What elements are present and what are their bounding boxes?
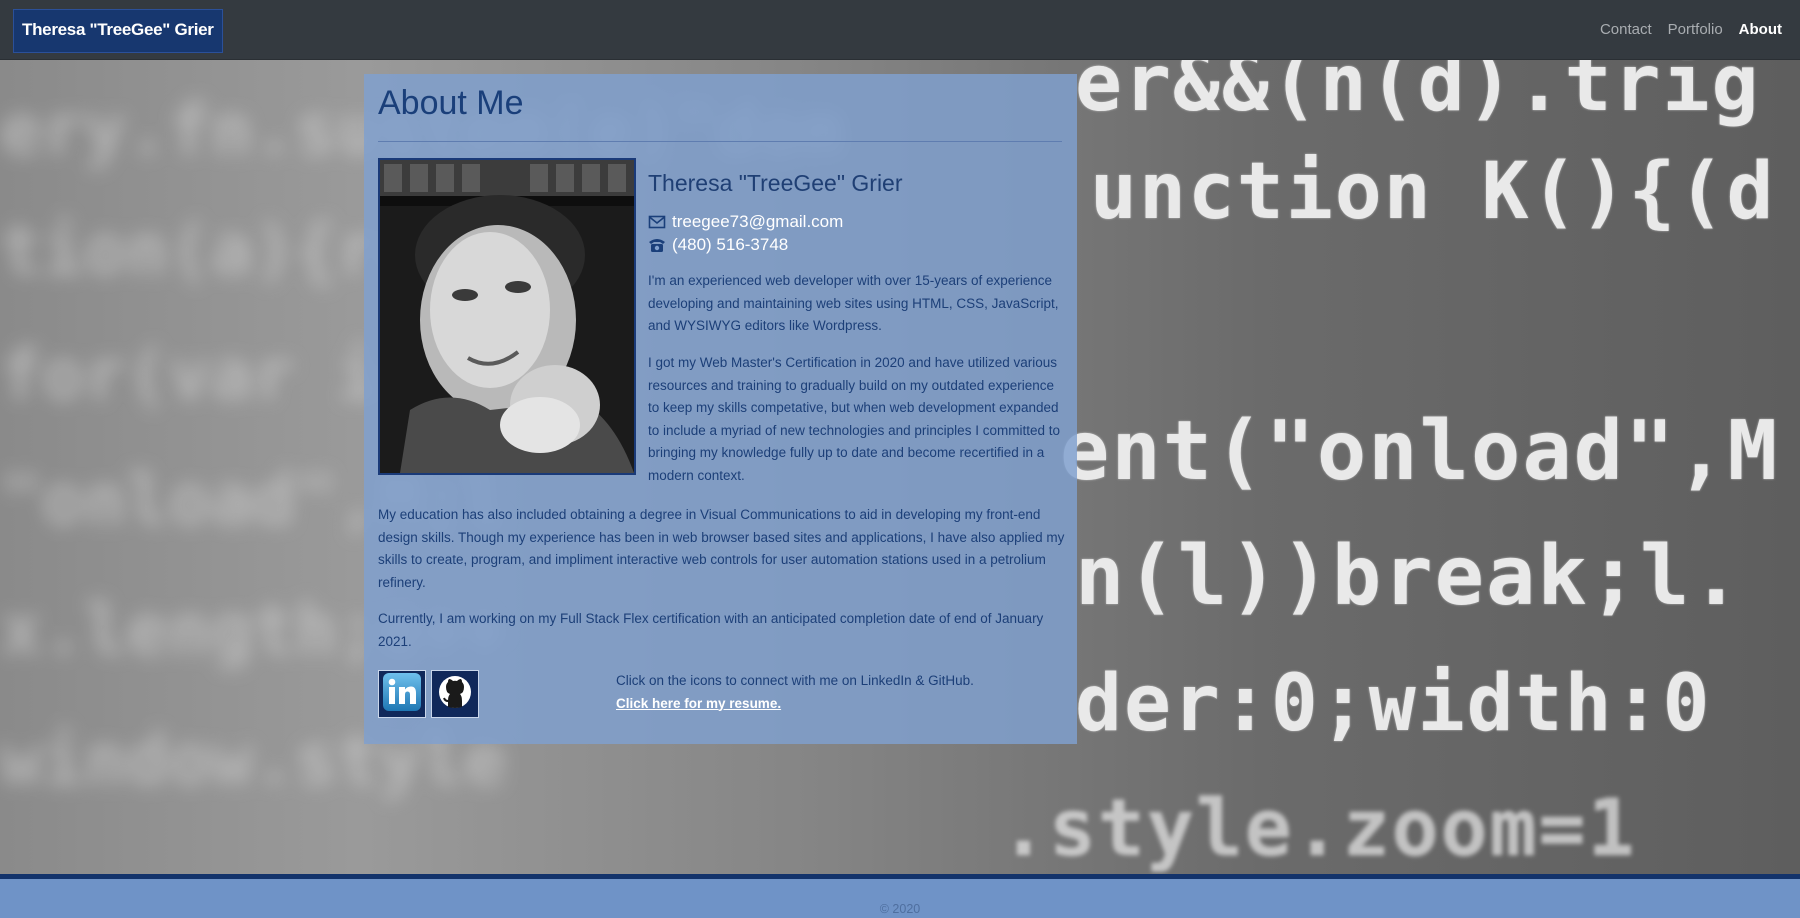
social-links	[378, 670, 479, 718]
phone-row: (480) 516-3748	[648, 235, 788, 255]
profile-name: Theresa "TreeGee" Grier	[648, 170, 903, 196]
footer: © 2020	[0, 874, 1800, 918]
github-icon	[437, 674, 473, 714]
profile-photo-image	[380, 160, 634, 473]
nav-links: Contact Portfolio About	[1600, 0, 1782, 59]
phone-number: (480) 516-3748	[672, 235, 789, 254]
github-button[interactable]	[431, 670, 479, 718]
nav-link-portfolio[interactable]: Portfolio	[1668, 21, 1723, 38]
brand-link[interactable]: Theresa "TreeGee" Grier	[13, 9, 223, 53]
page-title: About Me	[378, 84, 524, 122]
nav-link-contact[interactable]: Contact	[1600, 21, 1652, 38]
nav-link-about[interactable]: About	[1739, 21, 1782, 38]
bio-paragraph-1: I'm an experienced web developer with ov…	[648, 273, 1059, 333]
envelope-icon	[648, 214, 666, 230]
bio-paragraph-4: Currently, I am working on my Full Stack…	[378, 611, 1044, 649]
profile-photo	[378, 158, 636, 475]
resume-link[interactable]: Click here for my resume.	[616, 693, 974, 716]
linkedin-icon	[382, 672, 422, 716]
connect-section: Click on the icons to connect with me on…	[616, 670, 974, 715]
connect-text: Click on the icons to connect with me on…	[616, 673, 974, 688]
about-card: About Me Theresa "TreeGee" Grier treegee…	[364, 74, 1077, 744]
email-row: treegee73@gmail.com	[648, 212, 843, 232]
title-divider	[378, 141, 1062, 142]
linkedin-button[interactable]	[378, 670, 426, 718]
phone-icon	[648, 237, 666, 253]
bio-paragraph-3: My education has also included obtaining…	[378, 507, 1065, 590]
bio-paragraph-2: I got my Web Master's Certification in 2…	[648, 355, 1060, 483]
navbar: Theresa "TreeGee" Grier Contact Portfoli…	[0, 0, 1800, 60]
footer-copyright: © 2020	[879, 902, 921, 916]
email-link[interactable]: treegee73@gmail.com	[672, 212, 843, 232]
